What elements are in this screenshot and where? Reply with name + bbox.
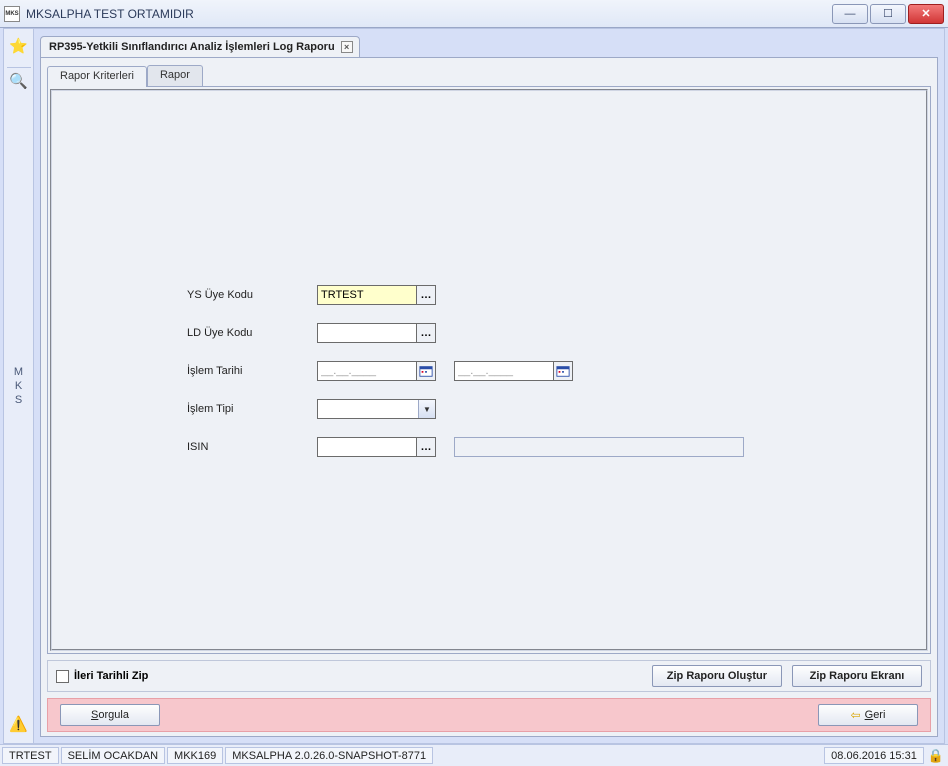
app-icon: MKS [4, 6, 20, 22]
row-isin: ISIN … [187, 428, 744, 466]
sorgula-hotkey: S [91, 709, 98, 721]
lookup-ld-uye-kodu[interactable]: … [416, 323, 436, 343]
divider [7, 67, 31, 68]
row-ld-uye-kodu: LD Üye Kodu … [187, 314, 744, 352]
title-bar: MKS MKSALPHA TEST ORTAMIDIR — ☐ ✕ [0, 0, 948, 28]
input-islem-tarihi-to[interactable] [454, 361, 554, 381]
label-ys-uye-kodu: YS Üye Kodu [187, 289, 317, 301]
side-toolbar: ⭐ 🔍 M K S ⚠️ [4, 29, 34, 743]
subtab-row: Rapor Kriterleri Rapor [47, 64, 931, 86]
calendar-icon-to[interactable] [553, 361, 573, 381]
button-zip-raporu-ekrani[interactable]: Zip Raporu Ekranı [792, 665, 922, 687]
row-ys-uye-kodu: YS Üye Kodu … [187, 276, 744, 314]
document-tab-close-icon[interactable]: × [341, 41, 353, 53]
maximize-button[interactable]: ☐ [870, 4, 906, 24]
document-panel: Rapor Kriterleri Rapor YS Üye Kodu … LD … [40, 57, 938, 737]
lookup-ys-uye-kodu[interactable]: … [416, 285, 436, 305]
document-tab[interactable]: RP395-Yetkili Sınıflandırıcı Analiz İşle… [40, 36, 360, 57]
main-panel: RP395-Yetkili Sınıflandırıcı Analiz İşle… [34, 29, 944, 743]
geri-rest: eri [873, 709, 885, 721]
label-ld-uye-kodu: LD Üye Kodu [187, 327, 317, 339]
window-controls: — ☐ ✕ [830, 4, 944, 24]
query-action-row: Sorgula ⇦ Geri [47, 698, 931, 732]
input-isin[interactable] [317, 437, 417, 457]
client-area: ⭐ 🔍 M K S ⚠️ RP395-Yetkili Sınıflandırıc… [3, 28, 945, 744]
form-inner: YS Üye Kodu … LD Üye Kodu … İşlem Tarihi [50, 89, 928, 651]
label-islem-tarihi: İşlem Tarihi [187, 365, 317, 377]
checkbox-ileri-tarihli-zip[interactable] [56, 670, 69, 683]
button-geri[interactable]: ⇦ Geri [818, 704, 918, 726]
chevron-down-icon[interactable]: ▼ [418, 400, 435, 418]
status-datetime: 08.06.2016 15:31 [824, 747, 924, 764]
input-ld-uye-kodu[interactable] [317, 323, 417, 343]
mks-vertical-label: M K S [14, 365, 23, 407]
lock-icon: 🔒 [928, 748, 944, 764]
sorgula-rest: orgula [98, 709, 129, 721]
button-zip-raporu-olustur[interactable]: Zip Raporu Oluştur [652, 665, 782, 687]
warning-icon[interactable]: ⚠️ [8, 713, 30, 735]
input-islem-tarihi-from[interactable] [317, 361, 417, 381]
form-area: YS Üye Kodu … LD Üye Kodu … İşlem Tarihi [47, 86, 931, 654]
search-icon[interactable]: 🔍 [8, 70, 30, 92]
row-islem-tarihi: İşlem Tarihi [187, 352, 744, 390]
status-version: MKSALPHA 2.0.26.0-SNAPSHOT-8771 [225, 747, 433, 764]
minimize-button[interactable]: — [832, 4, 868, 24]
window-title: MKSALPHA TEST ORTAMIDIR [26, 7, 194, 21]
status-terminal: MKK169 [167, 747, 223, 764]
lookup-isin[interactable]: … [416, 437, 436, 457]
document-tab-row: RP395-Yetkili Sınıflandırıcı Analiz İşle… [40, 35, 938, 57]
favorite-icon[interactable]: ⭐ [8, 35, 30, 57]
zip-action-row: İleri Tarihli Zip Zip Raporu Oluştur Zip… [47, 660, 931, 692]
status-user-name: SELİM OCAKDAN [61, 747, 165, 764]
label-ileri-tarihli-zip: İleri Tarihli Zip [74, 670, 148, 682]
button-sorgula[interactable]: Sorgula [60, 704, 160, 726]
status-user-code: TRTEST [2, 747, 59, 764]
combo-islem-tipi[interactable]: ▼ [317, 399, 436, 419]
tab-rapor[interactable]: Rapor [147, 65, 203, 86]
status-bar: TRTEST SELİM OCAKDAN MKK169 MKSALPHA 2.0… [0, 744, 948, 766]
label-islem-tipi: İşlem Tipi [187, 403, 317, 415]
form-fields: YS Üye Kodu … LD Üye Kodu … İşlem Tarihi [187, 276, 744, 466]
label-isin: ISIN [187, 441, 317, 453]
calendar-icon-from[interactable] [416, 361, 436, 381]
tab-rapor-kriterleri[interactable]: Rapor Kriterleri [47, 66, 147, 87]
close-button[interactable]: ✕ [908, 4, 944, 24]
input-ys-uye-kodu[interactable] [317, 285, 417, 305]
geri-hotkey: G [865, 709, 874, 721]
back-arrow-icon: ⇦ [851, 708, 861, 722]
document-tab-title: RP395-Yetkili Sınıflandırıcı Analiz İşle… [49, 41, 335, 53]
isin-description [454, 437, 744, 457]
row-islem-tipi: İşlem Tipi ▼ [187, 390, 744, 428]
